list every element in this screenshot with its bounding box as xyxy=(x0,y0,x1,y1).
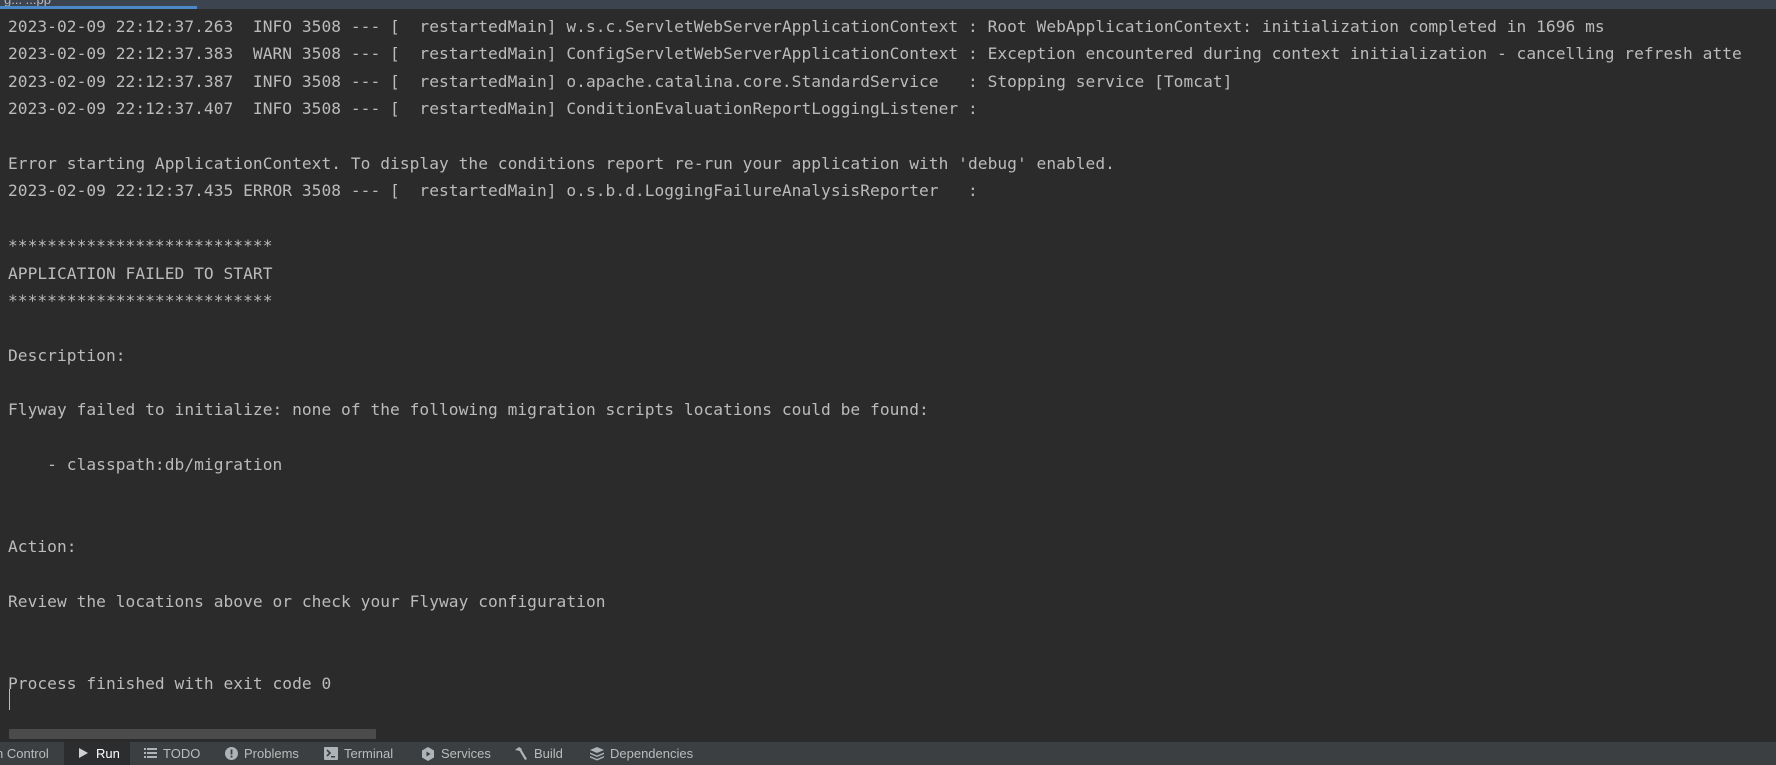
run-console-output[interactable]: 2023-02-09 22:12:37.263 INFO 3508 --- [ … xyxy=(0,9,1776,725)
log-line: Flyway failed to initialize: none of the… xyxy=(8,400,929,420)
log-line: 2023-02-09 22:12:37.383 WARN 3508 --- [ … xyxy=(8,44,1742,64)
tool-window-bar: n Control Run TODO Problems Terminal Ser… xyxy=(0,742,1776,765)
log-line: *************************** xyxy=(8,236,273,256)
terminal-icon xyxy=(324,746,338,761)
log-line: 2023-02-09 22:12:37.435 ERROR 3508 --- [… xyxy=(8,181,988,201)
tab-todo[interactable]: TODO xyxy=(143,742,209,765)
log-line: Description: xyxy=(8,345,126,365)
tab-label: Services xyxy=(441,746,491,761)
tab-build[interactable]: Build xyxy=(514,742,572,765)
tab-run[interactable]: Run xyxy=(64,742,130,765)
tab-services[interactable]: Services xyxy=(421,742,495,765)
tab-label: TODO xyxy=(163,746,201,761)
services-icon xyxy=(421,746,435,761)
log-line: Action: xyxy=(8,537,77,557)
tab-terminal[interactable]: Terminal xyxy=(324,742,404,765)
text-cursor xyxy=(9,689,10,710)
log-line: Review the locations above or check your… xyxy=(8,592,606,612)
exclamation-circle-icon xyxy=(224,746,238,761)
tab-label: Run xyxy=(96,746,120,761)
horizontal-scrollbar[interactable] xyxy=(9,729,376,739)
log-line: 2023-02-09 22:12:37.387 INFO 3508 --- [ … xyxy=(8,71,1233,91)
log-line: 2023-02-09 22:12:37.263 INFO 3508 --- [ … xyxy=(8,17,1605,36)
log-line: 2023-02-09 22:12:37.407 INFO 3508 --- [ … xyxy=(8,99,988,119)
log-line: Process finished with exit code 0 xyxy=(8,674,332,694)
log-line: - classpath:db/migration xyxy=(8,455,283,475)
tab-label: Terminal xyxy=(344,746,394,761)
console-lines: 2023-02-09 22:12:37.263 INFO 3508 --- [ … xyxy=(8,13,1776,698)
run-tab-strip: g... ...pp xyxy=(0,0,1776,9)
tab-version-control[interactable]: n Control xyxy=(0,742,58,765)
play-icon xyxy=(76,747,90,761)
tab-label: Problems xyxy=(244,746,299,761)
log-line: Error starting ApplicationContext. To di… xyxy=(8,153,1115,173)
list-icon xyxy=(143,747,157,761)
layers-icon xyxy=(590,746,604,761)
log-line: *************************** xyxy=(8,290,273,310)
tab-label: Build xyxy=(534,746,563,761)
hammer-icon xyxy=(514,746,528,761)
log-line: APPLICATION FAILED TO START xyxy=(8,263,273,283)
tab-label: n Control xyxy=(0,746,49,761)
tab-problems[interactable]: Problems xyxy=(224,742,304,765)
tab-label: Dependencies xyxy=(610,746,694,761)
tab-dependencies[interactable]: Dependencies xyxy=(590,742,700,765)
